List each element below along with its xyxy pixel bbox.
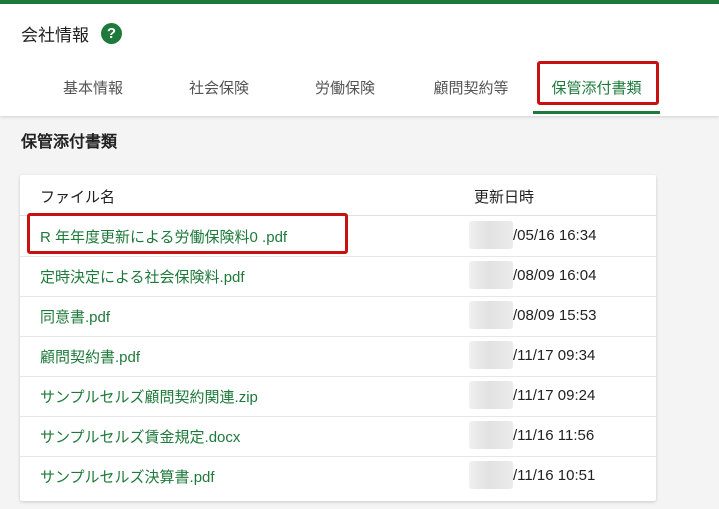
help-icon[interactable]: ? [101, 23, 122, 44]
tab-basic-info[interactable]: 基本情報 [40, 58, 146, 116]
table-row: 定時決定による社会保険料.pdf /08/09 16:04 [20, 256, 656, 297]
tab-label: 労働保険 [314, 79, 375, 97]
redacted-year [469, 381, 513, 409]
table-row: サンプルセルズ賃金規定.docx /11/16 11:56 [20, 416, 656, 457]
tab-label: 顧問契約等 [433, 79, 509, 97]
section-title: 保管添付書類 [21, 134, 118, 151]
file-highlight-box [27, 213, 348, 254]
table-row: 顧問契約書.pdf /11/17 09:34 [20, 336, 656, 377]
column-header-filename: ファイル名 [40, 189, 116, 206]
redacted-year [469, 261, 513, 289]
table-row: サンプルセルズ顧問契約関連.zip /11/17 09:24 [20, 376, 656, 417]
file-link[interactable]: 同意書.pdf [40, 306, 110, 327]
updated-datetime: /08/09 15:53 [513, 307, 597, 324]
tab-advisory-contract[interactable]: 顧問契約等 [418, 58, 524, 116]
tab-highlight-box [537, 61, 659, 105]
file-link[interactable]: サンプルセルズ賃金規定.docx [40, 426, 240, 447]
tab-labor-insurance[interactable]: 労働保険 [292, 58, 398, 116]
tab-social-insurance[interactable]: 社会保険 [166, 58, 272, 116]
table-row: 同意書.pdf /08/09 15:53 [20, 296, 656, 337]
updated-datetime: /11/16 11:56 [513, 427, 595, 444]
redacted-year [469, 301, 513, 329]
title-row: 会社情報 ? [21, 21, 122, 46]
redacted-year [469, 421, 513, 449]
tab-label: 社会保険 [188, 79, 249, 97]
redacted-year [469, 341, 513, 369]
updated-datetime: /08/09 16:04 [513, 267, 597, 284]
page-title: 会社情報 [21, 26, 89, 45]
table-header: ファイル名 更新日時 [20, 175, 656, 216]
file-link[interactable]: サンプルセルズ決算書.pdf [40, 466, 215, 487]
active-tab-underline [533, 111, 660, 114]
updated-datetime: /05/16 16:34 [513, 227, 597, 244]
file-link[interactable]: 定時決定による社会保険料.pdf [40, 266, 245, 287]
tab-label: 基本情報 [62, 79, 123, 97]
redacted-year [469, 221, 513, 249]
updated-datetime: /11/16 10:51 [513, 467, 596, 484]
file-link[interactable]: サンプルセルズ顧問契約関連.zip [40, 386, 258, 407]
updated-datetime: /11/17 09:24 [513, 387, 596, 404]
redacted-year [469, 461, 513, 489]
updated-datetime: /11/17 09:34 [513, 347, 596, 364]
file-link[interactable]: 顧問契約書.pdf [40, 346, 140, 367]
table-row: サンプルセルズ決算書.pdf /11/16 10:51 [20, 456, 656, 496]
column-header-updated: 更新日時 [474, 189, 535, 206]
